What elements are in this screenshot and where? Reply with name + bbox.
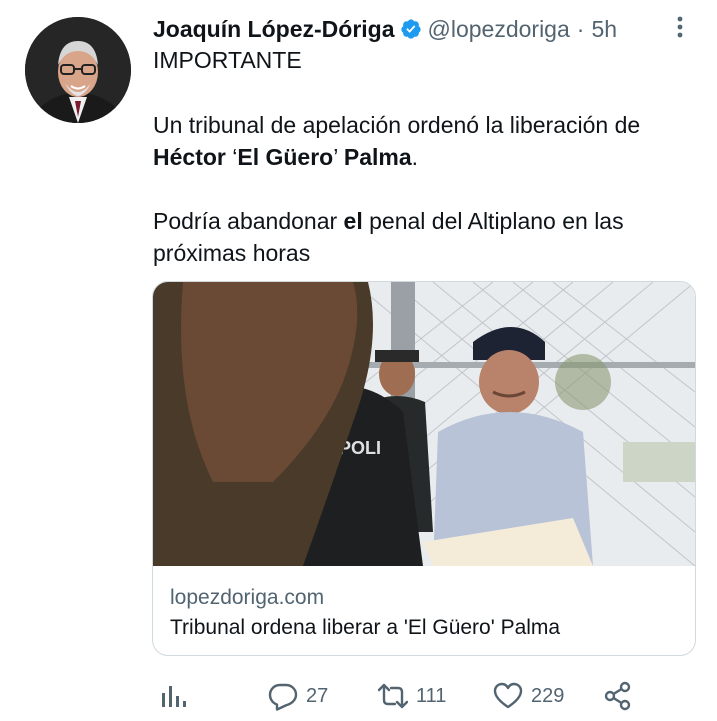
share-button[interactable] — [603, 680, 633, 712]
more-options-icon[interactable] — [670, 13, 690, 41]
text-proximas-horas: próximas horas — [153, 240, 311, 266]
quote-close: ’ — [333, 144, 338, 170]
like-icon — [493, 682, 523, 709]
tweet-text-line-1: IMPORTANTE — [153, 44, 302, 76]
tweet-text-line-2: Un tribunal de apelación ordenó la liber… — [153, 109, 640, 141]
bold-palma: Palma — [343, 144, 412, 170]
bold-el-guero: El Güero — [237, 144, 334, 170]
avatar-portrait — [25, 17, 131, 123]
separator-dot: · — [576, 15, 585, 42]
tweet-text-important: IMPORTANTE — [153, 47, 302, 73]
analytics-icon — [162, 686, 186, 707]
card-title[interactable]: Tribunal ordena liberar a 'El Güero' Pal… — [170, 616, 560, 640]
author-name[interactable]: Joaquín López-Dóriga — [153, 16, 395, 43]
text-podria: Podría abandonar — [153, 208, 344, 234]
text-penal: penal del Altiplano en las — [362, 208, 624, 234]
retweet-icon — [378, 683, 408, 709]
analytics-button[interactable] — [158, 680, 188, 712]
reply-button[interactable]: 27 — [268, 680, 328, 712]
period: . — [411, 144, 419, 170]
tweet-text-line-3: Héctor ‘El Güero’ Palma. — [153, 141, 418, 173]
verified-badge-icon — [400, 19, 421, 39]
like-button[interactable]: 229 — [493, 680, 564, 712]
tweet-text-line-5: próximas horas — [153, 237, 310, 269]
retweet-count: 111 — [416, 684, 447, 707]
tweet-text-line-4: Podría abandonar el penal del Altiplano … — [153, 205, 624, 237]
like-count: 229 — [531, 684, 565, 707]
bold-el: el — [343, 208, 363, 234]
card-domain: lopezdoriga.com — [170, 586, 325, 609]
link-preview-card[interactable]: POLI lopezdoriga.com Tribunal ordena lib… — [152, 281, 696, 656]
bold-hector: Héctor — [153, 144, 226, 170]
reply-count: 27 — [306, 684, 329, 707]
author-handle[interactable]: @lopezdoriga — [428, 16, 570, 43]
tweet-text-tribunal: Un tribunal de apelación ordenó la liber… — [153, 112, 641, 138]
retweet-button[interactable]: 111 — [378, 680, 446, 712]
author-avatar[interactable] — [25, 17, 131, 123]
link-preview-image[interactable]: POLI — [153, 282, 695, 566]
tweet-header: Joaquín López-Dóriga @lopezdoriga · 5h — [153, 14, 617, 44]
reply-icon — [268, 683, 298, 711]
share-icon — [604, 681, 631, 711]
tweet-timestamp[interactable]: 5h — [591, 16, 617, 43]
